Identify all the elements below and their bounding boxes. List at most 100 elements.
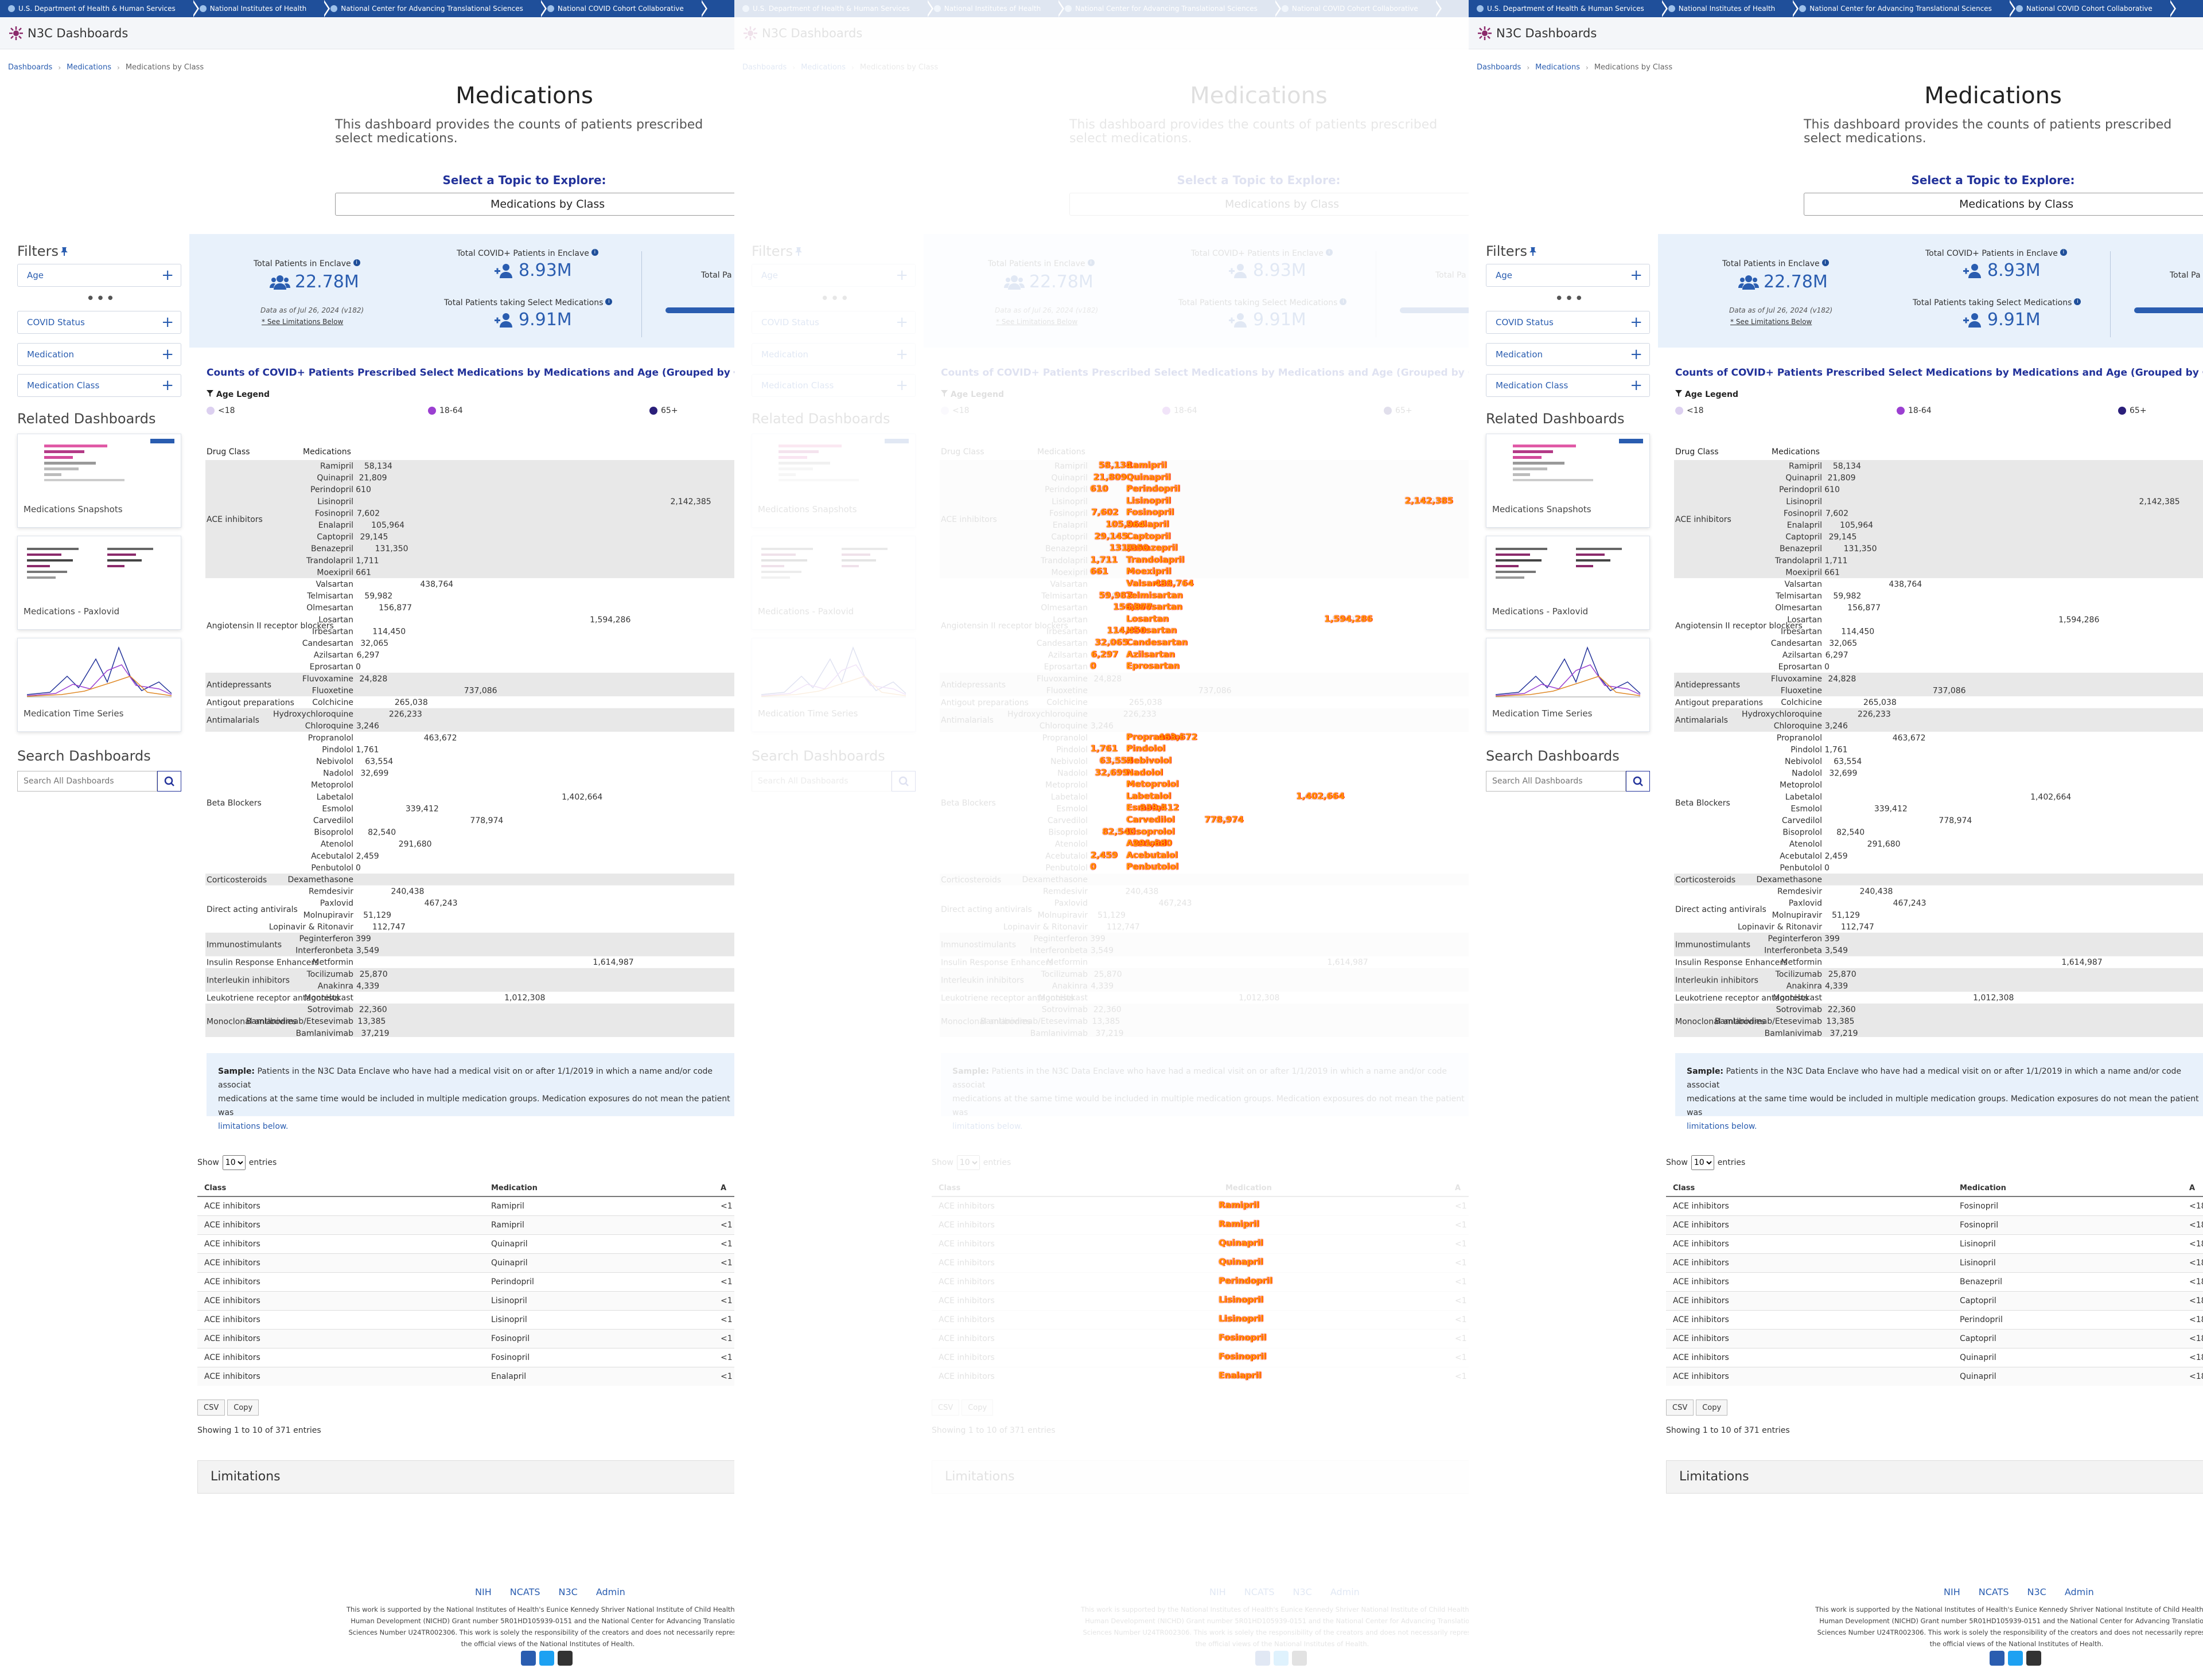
twitter-icon[interactable] [1274,1651,1289,1666]
info-icon[interactable]: i [2074,298,2081,305]
column-header-class[interactable]: Class [1666,1180,1953,1197]
footer-link-admin[interactable]: Admin [1330,1587,1360,1597]
github-icon[interactable] [1292,1651,1307,1666]
more-filters-icon[interactable]: ••• [1555,290,1585,307]
filter-covid-status[interactable]: COVID Status + [752,311,916,334]
info-icon[interactable]: i [353,259,360,266]
filter-age[interactable]: Age + [1486,264,1650,287]
related-card-snapshots[interactable]: Medications Snapshots [752,434,916,528]
filter-covid-status[interactable]: COVID Status + [17,311,181,334]
info-icon[interactable]: i [591,249,598,256]
pin-icon[interactable] [1529,247,1537,256]
copy-button[interactable]: Copy [1696,1400,1728,1416]
topic-select[interactable]: Medications by Class [1069,193,1469,216]
limitations-accordion[interactable]: Limitations [197,1460,734,1494]
csv-button[interactable]: CSV [1666,1400,1694,1416]
copy-button[interactable]: Copy [227,1400,259,1416]
banner-link-ncats[interactable]: National Center for Advancing Translatio… [322,0,547,17]
related-card-time-series[interactable]: Medication Time Series [1486,638,1650,732]
footer-link-n3c[interactable]: N3C [2027,1587,2046,1597]
topic-select[interactable]: Medications by Class [335,193,734,216]
info-icon[interactable]: i [1325,249,1333,256]
banner-link-hhs[interactable]: U.S. Department of Health & Human Servic… [734,0,933,17]
breadcrumb-medications[interactable]: Medications [1535,63,1580,72]
breadcrumb-medications[interactable]: Medications [67,63,111,72]
twitter-icon[interactable] [539,1651,554,1666]
search-button[interactable] [892,771,916,792]
banner-link-ncats[interactable]: National Center for Advancing Translatio… [1791,0,2015,17]
search-button[interactable] [1626,771,1650,792]
github-icon[interactable] [2026,1651,2041,1666]
limitations-inline-link[interactable]: limitations below. [952,1120,1469,1133]
banner-link-nih[interactable]: National Institutes of Health [192,0,330,17]
limitations-link[interactable]: * See Limitations Below [996,318,1077,326]
more-filters-icon[interactable]: ••• [820,290,850,307]
footer-link-nih[interactable]: NIH [1944,1587,1960,1597]
twitter-icon[interactable] [2008,1651,2023,1666]
related-card-snapshots[interactable]: Medications Snapshots [1486,434,1650,528]
column-header-age[interactable]: A [714,1180,734,1197]
limitations-accordion[interactable]: Limitations [1666,1460,2203,1494]
filter-age[interactable]: Age + [752,264,916,287]
footer-link-ncats[interactable]: NCATS [1244,1587,1275,1597]
banner-link-n3c[interactable]: National COVID Cohort Collaborative [1274,0,1442,17]
column-header-age[interactable]: A [1448,1180,1469,1197]
footer-link-ncats[interactable]: NCATS [510,1587,540,1597]
topic-select[interactable]: Medications by Class [1804,193,2203,216]
filter-medication-class[interactable]: Medication Class + [1486,374,1650,397]
limitations-inline-link[interactable]: limitations below. [1687,1120,2203,1133]
copy-button[interactable]: Copy [962,1400,994,1416]
info-icon[interactable]: i [605,298,613,305]
footer-link-nih[interactable]: NIH [475,1587,492,1597]
related-card-paxlovid[interactable]: Medications - Paxlovid [17,536,181,630]
csv-button[interactable]: CSV [932,1400,960,1416]
related-card-paxlovid[interactable]: Medications - Paxlovid [1486,536,1650,630]
more-filters-icon[interactable]: ••• [86,290,116,307]
github-icon[interactable] [558,1651,573,1666]
info-icon[interactable]: i [1340,298,1347,305]
limitations-accordion[interactable]: Limitations [932,1460,1469,1494]
column-header-medication[interactable]: Medication [1953,1180,2182,1197]
banner-link-nih[interactable]: National Institutes of Health [1660,0,1799,17]
search-input[interactable] [17,771,157,792]
column-header-medication[interactable]: Medication [484,1180,714,1197]
filter-medication[interactable]: Medication + [17,343,181,366]
search-input[interactable] [1486,771,1626,792]
related-card-time-series[interactable]: Medication Time Series [752,638,916,732]
banner-link-hhs[interactable]: U.S. Department of Health & Human Servic… [0,0,199,17]
email-icon[interactable] [1255,1651,1270,1666]
brand-link[interactable]: N3C Dashboards [742,25,862,41]
banner-link-n3c[interactable]: National COVID Cohort Collaborative [2008,0,2176,17]
pin-icon[interactable] [60,247,68,256]
related-card-time-series[interactable]: Medication Time Series [17,638,181,732]
filter-covid-status[interactable]: COVID Status + [1486,311,1650,334]
footer-link-ncats[interactable]: NCATS [1979,1587,2009,1597]
search-button[interactable] [157,771,181,792]
footer-link-nih[interactable]: NIH [1209,1587,1226,1597]
filter-medication-class[interactable]: Medication Class + [752,374,916,397]
banner-link-ncats[interactable]: National Center for Advancing Translatio… [1057,0,1281,17]
info-icon[interactable]: i [1087,259,1095,266]
filter-medication[interactable]: Medication + [752,343,916,366]
column-header-class[interactable]: Class [197,1180,484,1197]
page-size-select[interactable]: 10 [1691,1155,1714,1170]
banner-link-hhs[interactable]: U.S. Department of Health & Human Servic… [1469,0,1668,17]
breadcrumb-dashboards[interactable]: Dashboards [8,63,52,72]
related-card-snapshots[interactable]: Medications Snapshots [17,434,181,528]
breadcrumb-medications[interactable]: Medications [801,63,846,72]
limitations-link[interactable]: * See Limitations Below [1730,318,1812,326]
filter-medication[interactable]: Medication + [1486,343,1650,366]
related-card-paxlovid[interactable]: Medications - Paxlovid [752,536,916,630]
search-input[interactable] [752,771,892,792]
banner-link-nih[interactable]: National Institutes of Health [926,0,1064,17]
email-icon[interactable] [1990,1651,2005,1666]
footer-link-n3c[interactable]: N3C [559,1587,578,1597]
breadcrumb-dashboards[interactable]: Dashboards [742,63,787,72]
filter-age[interactable]: Age + [17,264,181,287]
column-header-age[interactable]: A [2182,1180,2203,1197]
info-icon[interactable]: i [2060,249,2067,256]
breadcrumb-dashboards[interactable]: Dashboards [1477,63,1521,72]
filter-medication-class[interactable]: Medication Class + [17,374,181,397]
csv-button[interactable]: CSV [197,1400,225,1416]
footer-link-admin[interactable]: Admin [596,1587,625,1597]
